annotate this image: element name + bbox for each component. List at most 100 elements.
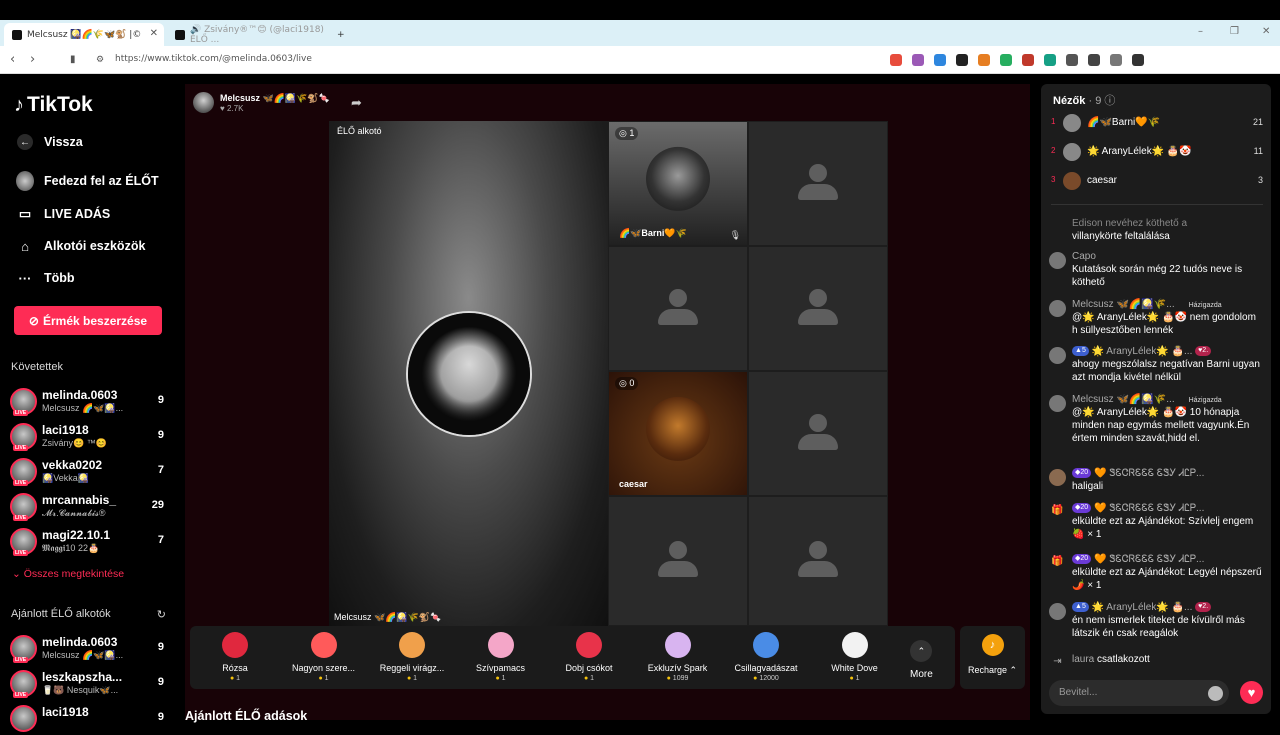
more-gifts-button[interactable]: ⌃ More xyxy=(910,640,933,680)
browser-extension-icon[interactable] xyxy=(890,54,902,66)
recommended-name: melinda.0603 xyxy=(42,635,118,649)
empty-guest-slot[interactable] xyxy=(748,246,888,371)
recommended-item[interactable]: LIVE leszkapszha... 🥛🐻 Nesquik🦋... 9 xyxy=(10,668,170,700)
minimize-button[interactable]: – xyxy=(1198,26,1203,37)
browser-tab-active[interactable]: Melcsusz 🎑🌈🌾🦋🐒 |© ✕ xyxy=(4,23,164,46)
browser-tab[interactable]: 🔊 Zsivány®™😊 (@laci1918) ÉLŐ ... xyxy=(167,23,327,46)
empty-guest-slot[interactable] xyxy=(608,496,748,626)
guest-avatar xyxy=(646,396,710,461)
following-item[interactable]: LIVE melinda.0603 Melcsusz 🌈🦋🎑... 9 xyxy=(10,386,170,418)
heart-like-button[interactable]: ♥ xyxy=(1240,681,1263,704)
gift-icon xyxy=(664,632,691,658)
chat-input[interactable]: Bevitel... xyxy=(1049,680,1229,706)
chat-username: 🧡 ᏕᏋᏣᏒᏋᏋᏋ ᏋᏕᎩ ᏗᏝᏢ... xyxy=(1093,503,1205,514)
emoji-icon[interactable] xyxy=(1208,686,1223,701)
tab-title: 🔊 Zsivány®™😊 (@laci1918) ÉLŐ ... xyxy=(190,24,324,45)
forward-icon[interactable]: › xyxy=(30,52,35,67)
chat-username: 🧡 ᏕᏋᏣᏒᏋᏋᏋ ᏋᏕᎩ ᏗᏝᏢ... xyxy=(1093,468,1205,479)
browser-extension-icon[interactable] xyxy=(934,54,946,66)
sidebar: ♪ TikTok ← Vissza Fedezd fel az ÉLŐT ▭ L… xyxy=(0,75,180,732)
guest-score: ◎ 0 xyxy=(615,377,639,390)
gift-item[interactable]: Exkluzív Spark ● 1099 xyxy=(638,632,718,682)
close-tab-icon[interactable]: ✕ xyxy=(150,28,158,39)
nav-creator-tools[interactable]: ⌂ Alkotói eszközök xyxy=(16,235,145,257)
guest-score-value: 1 xyxy=(629,128,635,138)
tiktok-app: ♪ TikTok ← Vissza Fedezd fel az ÉLŐT ▭ L… xyxy=(0,75,1280,732)
logo-text: TikTok xyxy=(27,93,93,116)
tiktok-note-icon: ♪ xyxy=(14,93,24,116)
info-icon[interactable]: ⓘ xyxy=(1104,95,1115,107)
close-window-button[interactable]: ✕ xyxy=(1262,26,1270,37)
following-item[interactable]: LIVE magi22.10.1 𝕸𝖆𝖌𝖌𝖎10 22🎂 7 xyxy=(10,526,170,558)
gift-item[interactable]: Csillagvadászat ● 12000 xyxy=(726,632,806,682)
site-info-icon[interactable]: ⚙ xyxy=(96,55,104,65)
following-item[interactable]: LIVE laci1918 Zsivány😊 ™😊 9 xyxy=(10,421,170,453)
recommended-item[interactable]: LIVE melinda.0603 Melcsusz 🌈🦋🎑... 9 xyxy=(10,633,170,665)
joined-text: csatlakozott xyxy=(1097,654,1150,665)
gift-name: Szívpamacs xyxy=(475,663,526,673)
viewer-count: 7 xyxy=(157,464,164,476)
empty-guest-slot[interactable] xyxy=(608,246,748,371)
chevron-up-icon: ⌃ xyxy=(910,640,933,662)
see-all-link[interactable]: ⌄ Összes megtekintése xyxy=(12,568,124,580)
rank-badge: ♥2. xyxy=(1195,602,1212,613)
browser-extension-icon[interactable] xyxy=(1132,54,1144,66)
nav-more[interactable]: ··· Több xyxy=(16,267,75,289)
recharge-button[interactable]: ♪ Recharge ⌃ xyxy=(960,626,1025,689)
host-info[interactable]: Melcsusz 🦋🌈🎑🌾🐒🍬 ♥ 2.7K xyxy=(193,92,330,113)
bookmark-icon[interactable]: ▮ xyxy=(70,54,76,65)
chat-username: Melcsusz 🦋🌈🎑🌾... xyxy=(1072,299,1175,310)
gift-item[interactable]: Rózsa ● 1 xyxy=(195,632,275,682)
gift-name: Csillagvadászat xyxy=(734,663,798,673)
gift-item[interactable]: Dobj csókot ● 1 xyxy=(549,632,629,682)
tiktok-logo[interactable]: ♪ TikTok xyxy=(14,93,93,117)
get-coins-button[interactable]: ⊘ Érmék beszerzése xyxy=(14,306,162,335)
chat-text: én nem ismerlek titeket de kívülről más … xyxy=(1072,615,1245,639)
back-icon[interactable]: ‹ xyxy=(10,52,15,67)
gift-item[interactable]: Szívpamacs ● 1 xyxy=(461,632,541,682)
browser-extension-icon[interactable] xyxy=(1066,54,1078,66)
browser-extension-icon[interactable] xyxy=(1044,54,1056,66)
top-viewer-row[interactable]: 1 🌈🦋Barni🧡🌾 21 xyxy=(1051,113,1263,133)
maximize-button[interactable]: ❐ xyxy=(1230,26,1239,37)
guest-slot-caesar[interactable]: ◎ 0 caesar xyxy=(608,371,748,496)
browser-extension-icon[interactable] xyxy=(956,54,968,66)
top-viewer-row[interactable]: 3 caesar 3 xyxy=(1051,171,1263,191)
recommended-title-text: Ajánlott ÉLŐ alkotók xyxy=(11,608,111,620)
following-item[interactable]: LIVE vekka0202 🎑Vekka🎑 7 xyxy=(10,456,170,488)
live-badge: LIVE xyxy=(13,410,29,416)
following-subtitle: 🎑Vekka🎑 xyxy=(42,473,89,483)
nav-explore-live[interactable]: Fedezd fel az ÉLŐT xyxy=(16,170,159,192)
refresh-icon[interactable]: ↻ xyxy=(157,608,166,621)
gift-name: Rózsa xyxy=(222,663,248,673)
viewer-count: 9 xyxy=(157,429,164,441)
share-icon[interactable]: ➦ xyxy=(351,95,362,111)
empty-guest-slot[interactable] xyxy=(748,371,888,496)
browser-extension-icon[interactable] xyxy=(1088,54,1100,66)
gift-item[interactable]: Nagyon szere... ● 1 xyxy=(284,632,364,682)
empty-guest-slot[interactable] xyxy=(748,496,888,626)
url-field[interactable]: https://www.tiktok.com/@melinda.0603/liv… xyxy=(115,54,312,64)
see-all-label: Összes megtekintése xyxy=(23,568,125,580)
gift-price-value: 1 xyxy=(324,675,329,682)
nav-back[interactable]: ← Vissza xyxy=(16,131,83,153)
browser-extension-icon[interactable] xyxy=(1000,54,1012,66)
gift-item[interactable]: White Dove ● 1 xyxy=(815,632,895,682)
recommended-item[interactable]: laci1918 9 xyxy=(10,703,170,735)
top-viewer-row[interactable]: 2 🌟 AranyLélek🌟 🎂🤡 11 xyxy=(1051,142,1263,162)
new-tab-button[interactable]: + xyxy=(333,23,353,46)
guest-avatar xyxy=(646,146,710,211)
browser-extension-icon[interactable] xyxy=(978,54,990,66)
following-item[interactable]: LIVE mrcannabis_ 𝓜𝓻.𝓒𝓪𝓷𝓷𝓪𝓫𝓲𝓼® 29 xyxy=(10,491,170,523)
guest-slot-barni[interactable]: ◎ 1 🌈🦋Barni🧡🌾 🎙 xyxy=(608,121,748,246)
empty-guest-slot[interactable] xyxy=(748,121,888,246)
get-coins-label: Érmék beszerzése xyxy=(42,313,148,328)
recommended-streams-title: Ajánlott ÉLŐ adások xyxy=(185,709,308,723)
browser-extension-icon[interactable] xyxy=(1022,54,1034,66)
nav-live[interactable]: ▭ LIVE ADÁS xyxy=(16,203,110,225)
coin-icon: ♪ xyxy=(981,634,1004,656)
browser-extension-icon[interactable] xyxy=(1110,54,1122,66)
browser-extension-icon[interactable] xyxy=(912,54,924,66)
gift-item[interactable]: Reggeli virágz... ● 1 xyxy=(372,632,452,682)
gift-name: Nagyon szere... xyxy=(291,663,356,673)
